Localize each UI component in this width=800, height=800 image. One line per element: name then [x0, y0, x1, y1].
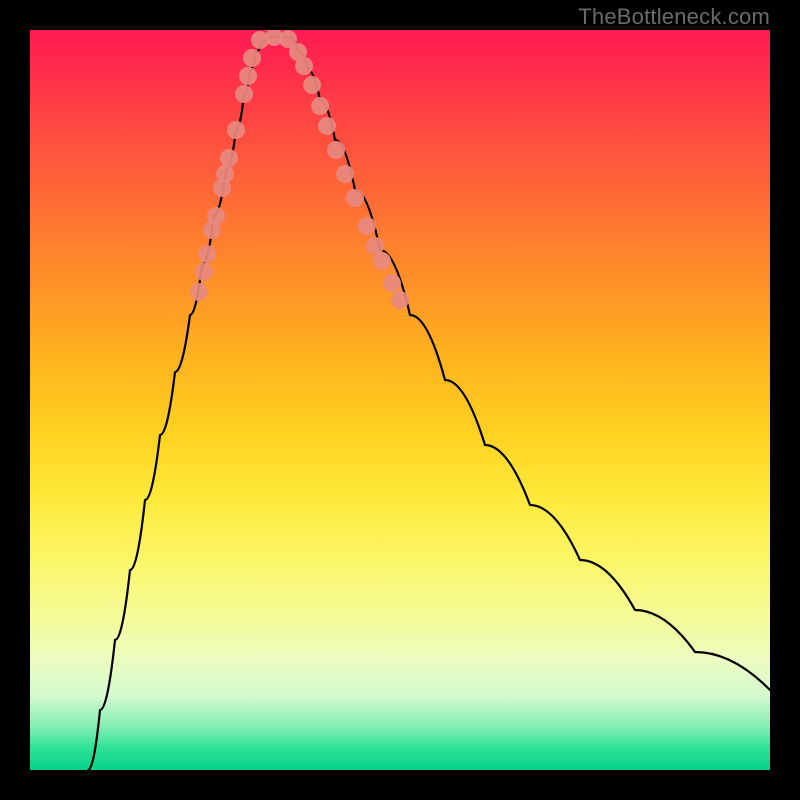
- data-dot: [383, 274, 401, 292]
- dots-layer: [190, 30, 409, 309]
- chart-svg: [30, 30, 770, 770]
- data-dot: [303, 76, 321, 94]
- curve-layer: [88, 37, 770, 770]
- data-dot: [373, 252, 391, 270]
- right-curve: [290, 37, 770, 690]
- data-dot: [243, 49, 261, 67]
- data-dot: [195, 263, 213, 281]
- data-dot: [190, 283, 208, 301]
- data-dot: [318, 117, 336, 135]
- data-dot: [235, 85, 253, 103]
- data-dot: [198, 245, 216, 263]
- data-dot: [216, 165, 234, 183]
- data-dot: [207, 207, 225, 225]
- data-dot: [336, 165, 354, 183]
- chart-frame: TheBottleneck.com: [0, 0, 800, 800]
- data-dot: [346, 189, 364, 207]
- watermark-text: TheBottleneck.com: [578, 4, 770, 30]
- data-dot: [220, 149, 238, 167]
- data-dot: [311, 97, 329, 115]
- plot-area: [30, 30, 770, 770]
- data-dot: [391, 291, 409, 309]
- data-dot: [239, 67, 257, 85]
- data-dot: [327, 141, 345, 159]
- data-dot: [358, 217, 376, 235]
- left-curve: [88, 37, 270, 770]
- data-dot: [227, 121, 245, 139]
- data-dot: [295, 57, 313, 75]
